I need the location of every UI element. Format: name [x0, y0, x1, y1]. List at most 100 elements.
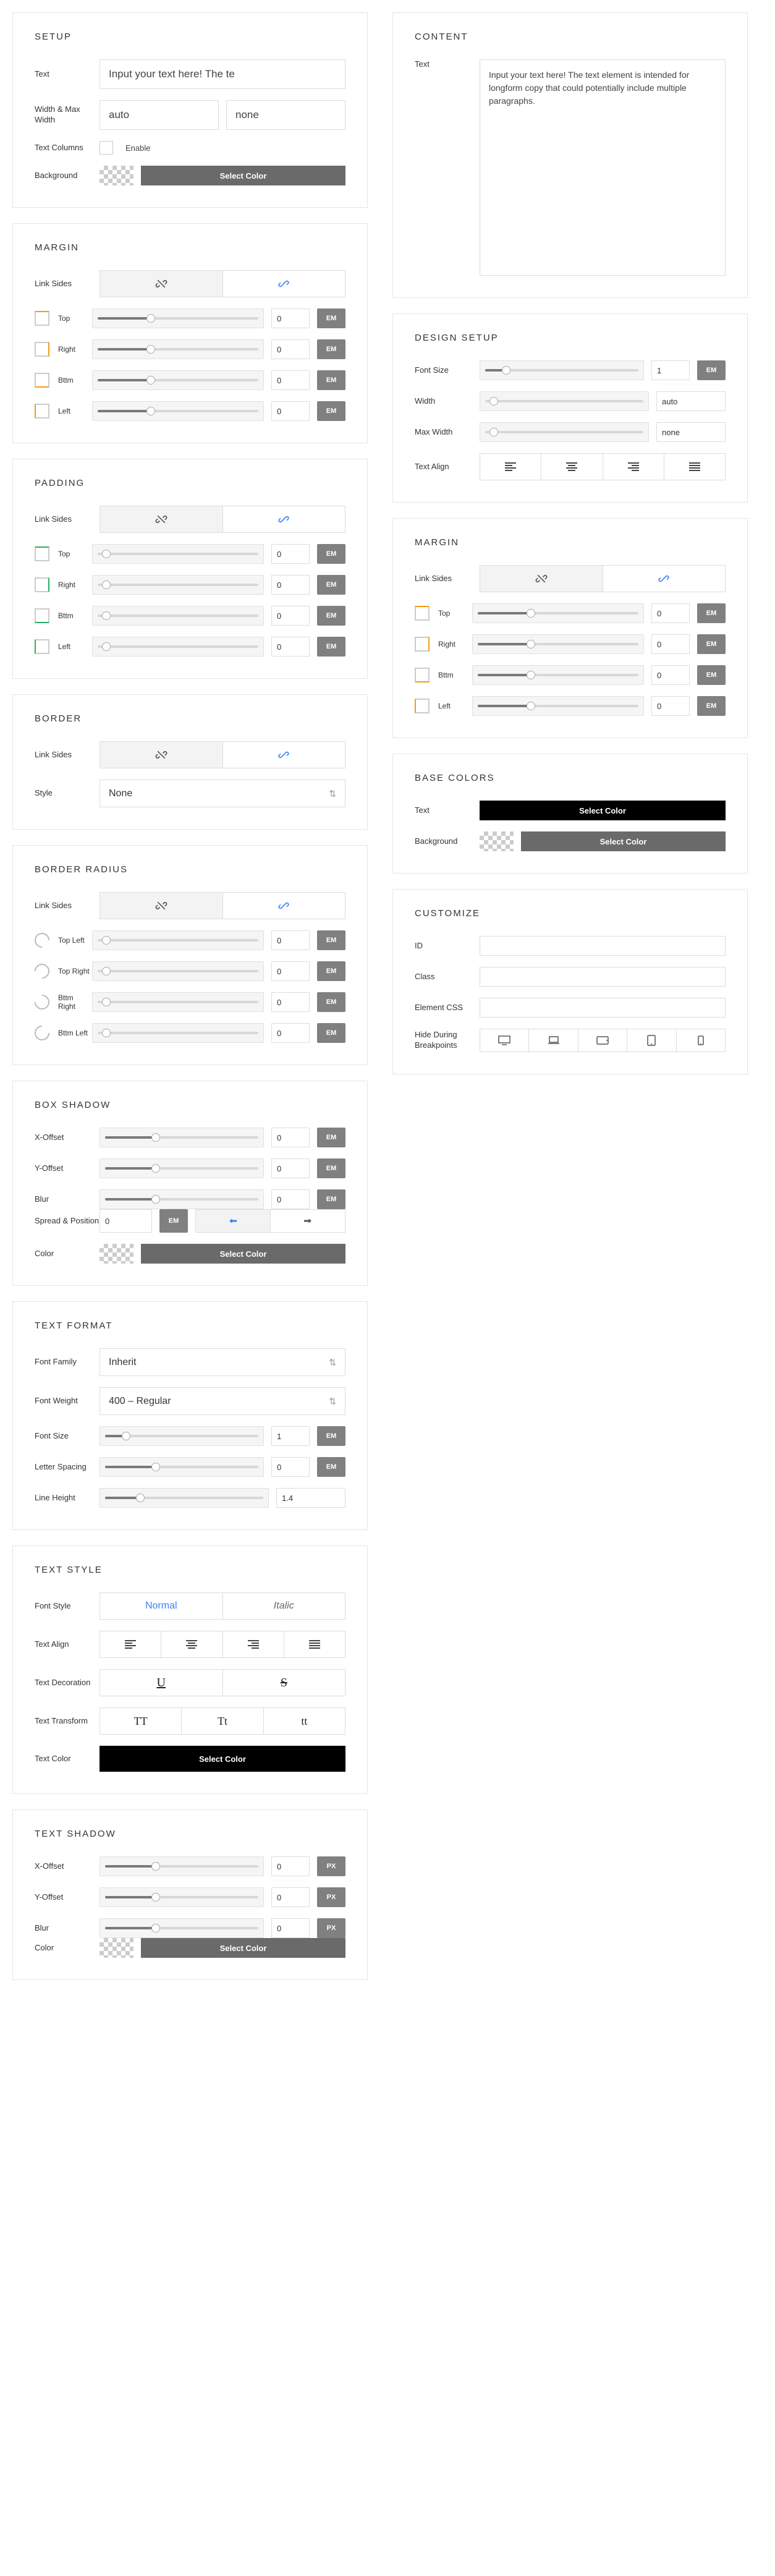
select-color-button[interactable]: Select Color — [141, 1938, 345, 1958]
left-slider[interactable] — [92, 401, 264, 421]
value-input[interactable] — [271, 1158, 310, 1178]
corner-input[interactable] — [271, 992, 310, 1012]
capitalize-button[interactable]: Tt — [182, 1708, 263, 1734]
breakpoint-group[interactable] — [480, 1029, 726, 1052]
corner-slider[interactable] — [92, 1023, 264, 1043]
left-input[interactable] — [271, 637, 310, 657]
unit-badge[interactable]: EM — [317, 575, 345, 595]
unit-badge[interactable]: EM — [317, 308, 345, 328]
left-input[interactable] — [651, 696, 690, 716]
letter-spacing-slider[interactable] — [100, 1457, 264, 1477]
value-input[interactable] — [271, 1128, 310, 1147]
link-icon[interactable] — [603, 566, 726, 592]
bp-phone-icon[interactable] — [677, 1029, 725, 1052]
unit-badge[interactable]: EM — [317, 606, 345, 626]
inset-icon[interactable] — [271, 1210, 345, 1232]
font-size-slider[interactable] — [480, 360, 644, 380]
bttm-slider[interactable] — [92, 370, 264, 390]
align-left-icon[interactable] — [480, 454, 541, 480]
line-height-slider[interactable] — [100, 1488, 269, 1508]
bp-laptop-icon[interactable] — [529, 1029, 578, 1052]
unit-badge[interactable]: PX — [317, 1856, 345, 1876]
text-transform-group[interactable]: TT Tt tt — [100, 1707, 345, 1735]
bttm-input[interactable] — [651, 665, 690, 685]
unit-badge[interactable]: EM — [317, 961, 345, 981]
spread-input[interactable] — [100, 1209, 152, 1233]
id-input[interactable] — [480, 936, 726, 956]
text-decoration-group[interactable]: U S — [100, 1669, 345, 1696]
unlink-icon[interactable] — [100, 506, 223, 532]
normal-button[interactable]: Normal — [100, 1593, 223, 1619]
text-align-group[interactable] — [480, 453, 726, 480]
bp-tablet-portrait-icon[interactable] — [627, 1029, 676, 1052]
right-slider[interactable] — [472, 634, 644, 654]
outset-icon[interactable] — [196, 1210, 271, 1232]
line-height-input[interactable] — [276, 1488, 345, 1508]
corner-slider[interactable] — [92, 992, 264, 1012]
top-slider[interactable] — [472, 603, 644, 623]
unit-badge[interactable]: EM — [317, 1128, 345, 1147]
right-slider[interactable] — [92, 575, 264, 595]
bttm-input[interactable] — [271, 606, 310, 626]
unlink-icon[interactable] — [100, 742, 223, 768]
css-input[interactable] — [480, 998, 726, 1018]
slider[interactable] — [100, 1856, 264, 1876]
unit-badge[interactable]: EM — [317, 1023, 345, 1043]
width-slider[interactable] — [480, 391, 649, 411]
link-icon[interactable] — [223, 506, 345, 532]
link-sides-toggle[interactable] — [100, 892, 345, 919]
align-center-icon[interactable] — [541, 454, 603, 480]
unit-badge[interactable]: EM — [697, 360, 726, 380]
unit-badge[interactable]: EM — [697, 696, 726, 716]
unlink-icon[interactable] — [100, 893, 223, 919]
bp-tablet-landscape-icon[interactable] — [578, 1029, 627, 1052]
unit-badge[interactable]: EM — [159, 1209, 188, 1233]
text-input[interactable] — [100, 59, 345, 89]
corner-input[interactable] — [271, 1023, 310, 1043]
text-align-group[interactable] — [100, 1631, 345, 1658]
unlink-icon[interactable] — [100, 271, 223, 297]
italic-button[interactable]: Italic — [223, 1593, 345, 1619]
font-size-input[interactable] — [651, 360, 690, 380]
link-sides-toggle[interactable] — [100, 270, 345, 297]
bttm-slider[interactable] — [472, 665, 644, 685]
link-sides-toggle[interactable] — [100, 506, 345, 533]
align-left-icon[interactable] — [100, 1631, 161, 1657]
select-color-button[interactable]: Select Color — [141, 166, 345, 185]
slider[interactable] — [100, 1887, 264, 1907]
align-justify-icon[interactable] — [284, 1631, 345, 1657]
slider[interactable] — [100, 1189, 264, 1209]
select-color-button[interactable]: Select Color — [521, 831, 726, 851]
slider[interactable] — [100, 1918, 264, 1938]
strikethrough-button[interactable]: S — [223, 1670, 345, 1696]
maxwidth-slider[interactable] — [480, 422, 649, 442]
slider[interactable] — [100, 1158, 264, 1178]
right-input[interactable] — [651, 634, 690, 654]
value-input[interactable] — [271, 1856, 310, 1876]
letter-spacing-input[interactable] — [271, 1457, 310, 1477]
unit-badge[interactable]: PX — [317, 1918, 345, 1938]
right-slider[interactable] — [92, 339, 264, 359]
value-input[interactable] — [271, 1918, 310, 1938]
corner-input[interactable] — [271, 930, 310, 950]
unit-badge[interactable]: EM — [317, 992, 345, 1012]
width-input[interactable] — [656, 391, 726, 411]
align-right-icon[interactable] — [603, 454, 664, 480]
link-sides-toggle[interactable] — [100, 741, 345, 768]
unit-badge[interactable]: PX — [317, 1887, 345, 1907]
align-justify-icon[interactable] — [664, 454, 725, 480]
unit-badge[interactable]: EM — [317, 1426, 345, 1446]
width-input[interactable] — [100, 100, 219, 130]
bttm-slider[interactable] — [92, 606, 264, 626]
align-center-icon[interactable] — [161, 1631, 222, 1657]
unit-badge[interactable]: EM — [317, 544, 345, 564]
slider[interactable] — [100, 1128, 264, 1147]
bttm-input[interactable] — [271, 370, 310, 390]
left-slider[interactable] — [472, 696, 644, 716]
left-input[interactable] — [271, 401, 310, 421]
unlink-icon[interactable] — [480, 566, 603, 592]
content-textarea[interactable] — [480, 59, 726, 276]
class-input[interactable] — [480, 967, 726, 987]
lowercase-button[interactable]: tt — [264, 1708, 345, 1734]
top-slider[interactable] — [92, 308, 264, 328]
